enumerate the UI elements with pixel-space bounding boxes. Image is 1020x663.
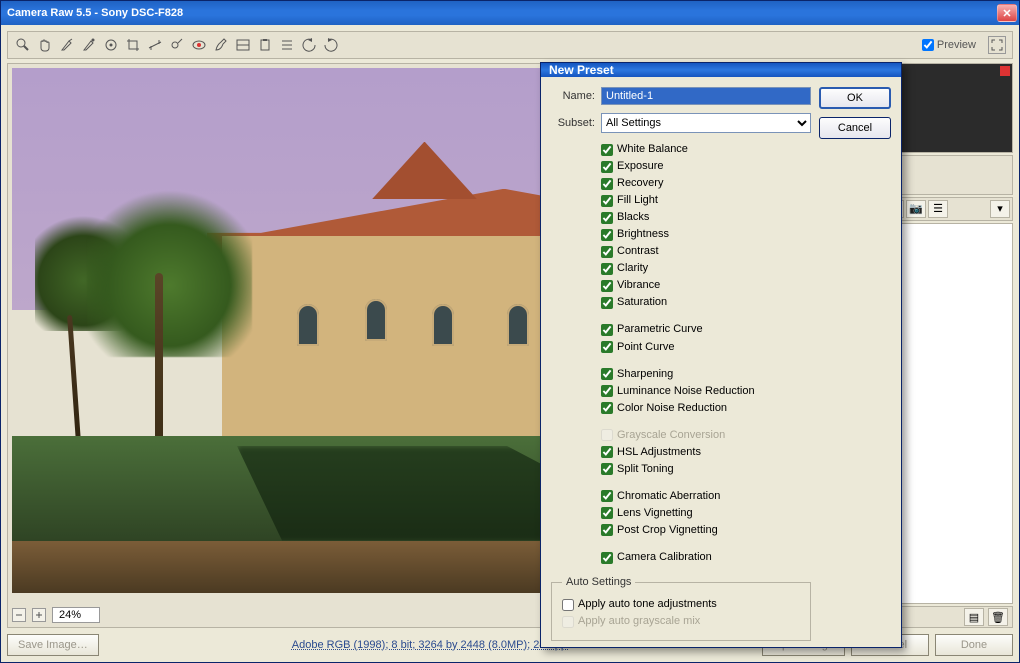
redeye-tool-icon[interactable] xyxy=(190,36,208,54)
panel-menu-icon[interactable]: ▾ xyxy=(990,200,1010,218)
checkbox-label: Fill Light xyxy=(617,192,658,209)
checkbox-group-basic: White BalanceExposureRecoveryFill LightB… xyxy=(601,141,811,311)
checkbox-point-curve[interactable]: Point Curve xyxy=(601,339,811,356)
checkbox-group-lens: Chromatic AberrationLens VignettingPost … xyxy=(601,488,811,539)
clipboard-icon[interactable] xyxy=(256,36,274,54)
checkbox-label: White Balance xyxy=(617,141,688,158)
preferences-icon[interactable] xyxy=(278,36,296,54)
color-sampler-tool-icon[interactable] xyxy=(80,36,98,54)
checkbox-contrast[interactable]: Contrast xyxy=(601,243,811,260)
zoom-tool-icon[interactable] xyxy=(14,36,32,54)
done-button[interactable]: Done xyxy=(935,634,1013,656)
checkbox-label: Contrast xyxy=(617,243,659,260)
checkbox-label: Vibrance xyxy=(617,277,660,294)
adjustment-brush-tool-icon[interactable] xyxy=(212,36,230,54)
checkbox-lens-vignetting[interactable]: Lens Vignetting xyxy=(601,505,811,522)
checkbox-label: Chromatic Aberration xyxy=(617,488,720,505)
crop-tool-icon[interactable] xyxy=(124,36,142,54)
checkbox-chromatic-aberration[interactable]: Chromatic Aberration xyxy=(601,488,811,505)
checkbox-blacks[interactable]: Blacks xyxy=(601,209,811,226)
ok-button[interactable]: OK xyxy=(819,87,891,109)
checkbox-label: HSL Adjustments xyxy=(617,444,701,461)
tab-camera[interactable]: 📷 xyxy=(906,200,926,218)
preview-checkbox[interactable]: Preview xyxy=(922,39,976,51)
checkbox-fill-light[interactable]: Fill Light xyxy=(601,192,811,209)
checkbox-luminance-noise-reduction[interactable]: Luminance Noise Reduction xyxy=(601,383,811,400)
name-input[interactable] xyxy=(601,87,811,105)
checkbox-apply-auto-grayscale-mix: Apply auto grayscale mix xyxy=(562,613,800,630)
title-bar: Camera Raw 5.5 - Sony DSC-F828 ✕ xyxy=(1,1,1019,25)
delete-preset-icon[interactable]: 🗑 xyxy=(988,608,1008,626)
checkbox-exposure[interactable]: Exposure xyxy=(601,158,811,175)
zoom-out-icon[interactable] xyxy=(12,608,26,622)
checkbox-label: Blacks xyxy=(617,209,649,226)
preview-label: Preview xyxy=(937,39,976,51)
auto-legend: Auto Settings xyxy=(562,576,635,588)
checkbox-parametric-curve[interactable]: Parametric Curve xyxy=(601,321,811,338)
checkbox-label: Post Crop Vignetting xyxy=(617,522,718,539)
checkbox-label: Luminance Noise Reduction xyxy=(617,383,755,400)
checkbox-clarity[interactable]: Clarity xyxy=(601,260,811,277)
checkbox-sharpening[interactable]: Sharpening xyxy=(601,366,811,383)
checkbox-label: Apply auto tone adjustments xyxy=(578,596,717,613)
dialog-title: New Preset xyxy=(541,63,901,77)
zoom-value[interactable]: 24% xyxy=(52,607,100,623)
subset-select[interactable]: All Settings xyxy=(601,113,811,133)
checkbox-hsl-adjustments[interactable]: HSL Adjustments xyxy=(601,444,811,461)
checkbox-label: Grayscale Conversion xyxy=(617,427,725,444)
graduated-filter-tool-icon[interactable] xyxy=(234,36,252,54)
highlight-clip-icon[interactable] xyxy=(1000,66,1010,76)
fullscreen-icon[interactable] xyxy=(988,36,1006,54)
hand-tool-icon[interactable] xyxy=(36,36,54,54)
checkbox-apply-auto-tone-adjustments[interactable]: Apply auto tone adjustments xyxy=(562,596,800,613)
checkbox-label: Sharpening xyxy=(617,366,673,383)
checkbox-group-curves: Parametric CurvePoint Curve xyxy=(601,321,811,355)
new-preset-dialog: New Preset Name: Subset: All Settings Wh… xyxy=(540,62,902,648)
tab-presets[interactable]: ☰ xyxy=(928,200,948,218)
checkbox-label: Point Curve xyxy=(617,339,674,356)
checkbox-label: Camera Calibration xyxy=(617,549,712,566)
zoom-in-icon[interactable] xyxy=(32,608,46,622)
checkbox-label: Lens Vignetting xyxy=(617,505,693,522)
app-title: Camera Raw 5.5 - Sony DSC-F828 xyxy=(7,7,183,19)
auto-checkboxes: Apply auto tone adjustmentsApply auto gr… xyxy=(562,596,800,630)
checkbox-recovery[interactable]: Recovery xyxy=(601,175,811,192)
checkbox-label: Brightness xyxy=(617,226,669,243)
checkbox-label: Parametric Curve xyxy=(617,321,703,338)
checkbox-group-hsl: Grayscale ConversionHSL AdjustmentsSplit… xyxy=(601,427,811,478)
checkbox-color-noise-reduction[interactable]: Color Noise Reduction xyxy=(601,400,811,417)
checkbox-post-crop-vignetting[interactable]: Post Crop Vignetting xyxy=(601,522,811,539)
checkbox-label: Recovery xyxy=(617,175,663,192)
checkbox-label: Saturation xyxy=(617,294,667,311)
checkbox-group-calibration: Camera Calibration xyxy=(601,549,811,566)
white-balance-tool-icon[interactable] xyxy=(58,36,76,54)
spot-removal-tool-icon[interactable] xyxy=(168,36,186,54)
checkbox-camera-calibration[interactable]: Camera Calibration xyxy=(601,549,811,566)
close-icon[interactable]: ✕ xyxy=(997,4,1017,22)
auto-settings-group: Auto Settings Apply auto tone adjustment… xyxy=(551,576,811,641)
name-label: Name: xyxy=(551,90,595,102)
dialog-cancel-button[interactable]: Cancel xyxy=(819,117,891,139)
checkbox-brightness[interactable]: Brightness xyxy=(601,226,811,243)
rotate-ccw-icon[interactable] xyxy=(300,36,318,54)
checkbox-label: Color Noise Reduction xyxy=(617,400,727,417)
workflow-link[interactable]: Adobe RGB (1998); 8 bit; 3264 by 2448 (8… xyxy=(292,639,570,651)
checkbox-grayscale-conversion: Grayscale Conversion xyxy=(601,427,811,444)
checkbox-label: Apply auto grayscale mix xyxy=(578,613,700,630)
checkbox-label: Clarity xyxy=(617,260,648,277)
rotate-cw-icon[interactable] xyxy=(322,36,340,54)
checkbox-split-toning[interactable]: Split Toning xyxy=(601,461,811,478)
checkbox-label: Exposure xyxy=(617,158,663,175)
checkbox-white-balance[interactable]: White Balance xyxy=(601,141,811,158)
checkbox-saturation[interactable]: Saturation xyxy=(601,294,811,311)
straighten-tool-icon[interactable] xyxy=(146,36,164,54)
checkbox-label: Split Toning xyxy=(617,461,674,478)
subset-label: Subset: xyxy=(551,117,595,129)
toolbar: Preview xyxy=(7,31,1013,59)
save-image-button[interactable]: Save Image… xyxy=(7,634,99,656)
targeted-adjust-tool-icon[interactable] xyxy=(102,36,120,54)
new-preset-icon[interactable]: ▤ xyxy=(964,608,984,626)
checkbox-group-detail: SharpeningLuminance Noise ReductionColor… xyxy=(601,366,811,417)
checkbox-vibrance[interactable]: Vibrance xyxy=(601,277,811,294)
